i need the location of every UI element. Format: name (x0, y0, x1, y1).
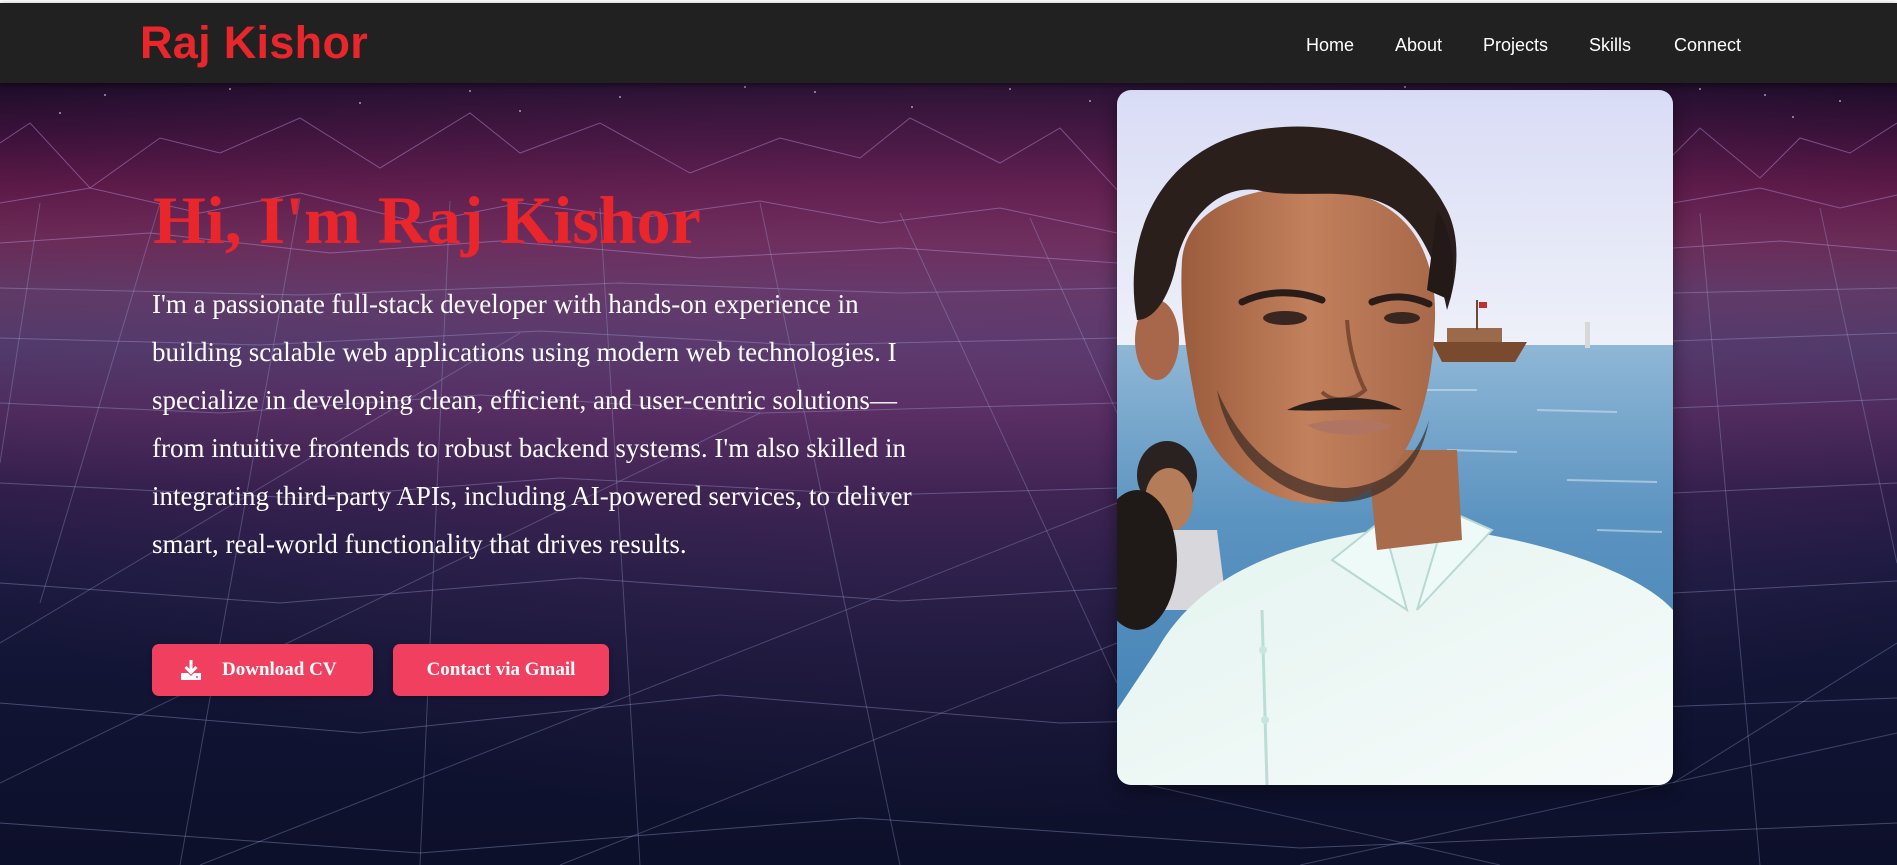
download-cv-label: Download CV (222, 659, 337, 680)
nav-link-connect[interactable]: Connect (1674, 32, 1741, 58)
hero-bio: I'm a passionate full-stack developer wi… (152, 289, 912, 559)
nav-link-home[interactable]: Home (1306, 32, 1354, 58)
brand-logo-text[interactable]: Raj Kishor (140, 17, 368, 69)
download-icon (181, 660, 201, 680)
hero-title: Hi, I'm Raj Kishor (153, 182, 701, 258)
download-cv-button[interactable]: Download CV (152, 644, 373, 696)
navbar: Raj Kishor Home About Projects Skills Co… (0, 3, 1897, 83)
portfolio-page: Raj Kishor Home About Projects Skills Co… (0, 0, 1897, 865)
profile-photo (1117, 90, 1673, 785)
contact-gmail-button[interactable]: Contact via Gmail (393, 644, 609, 696)
nav-link-projects[interactable]: Projects (1483, 32, 1548, 58)
nav-link-skills[interactable]: Skills (1589, 32, 1631, 58)
nav-link-about[interactable]: About (1395, 32, 1442, 58)
